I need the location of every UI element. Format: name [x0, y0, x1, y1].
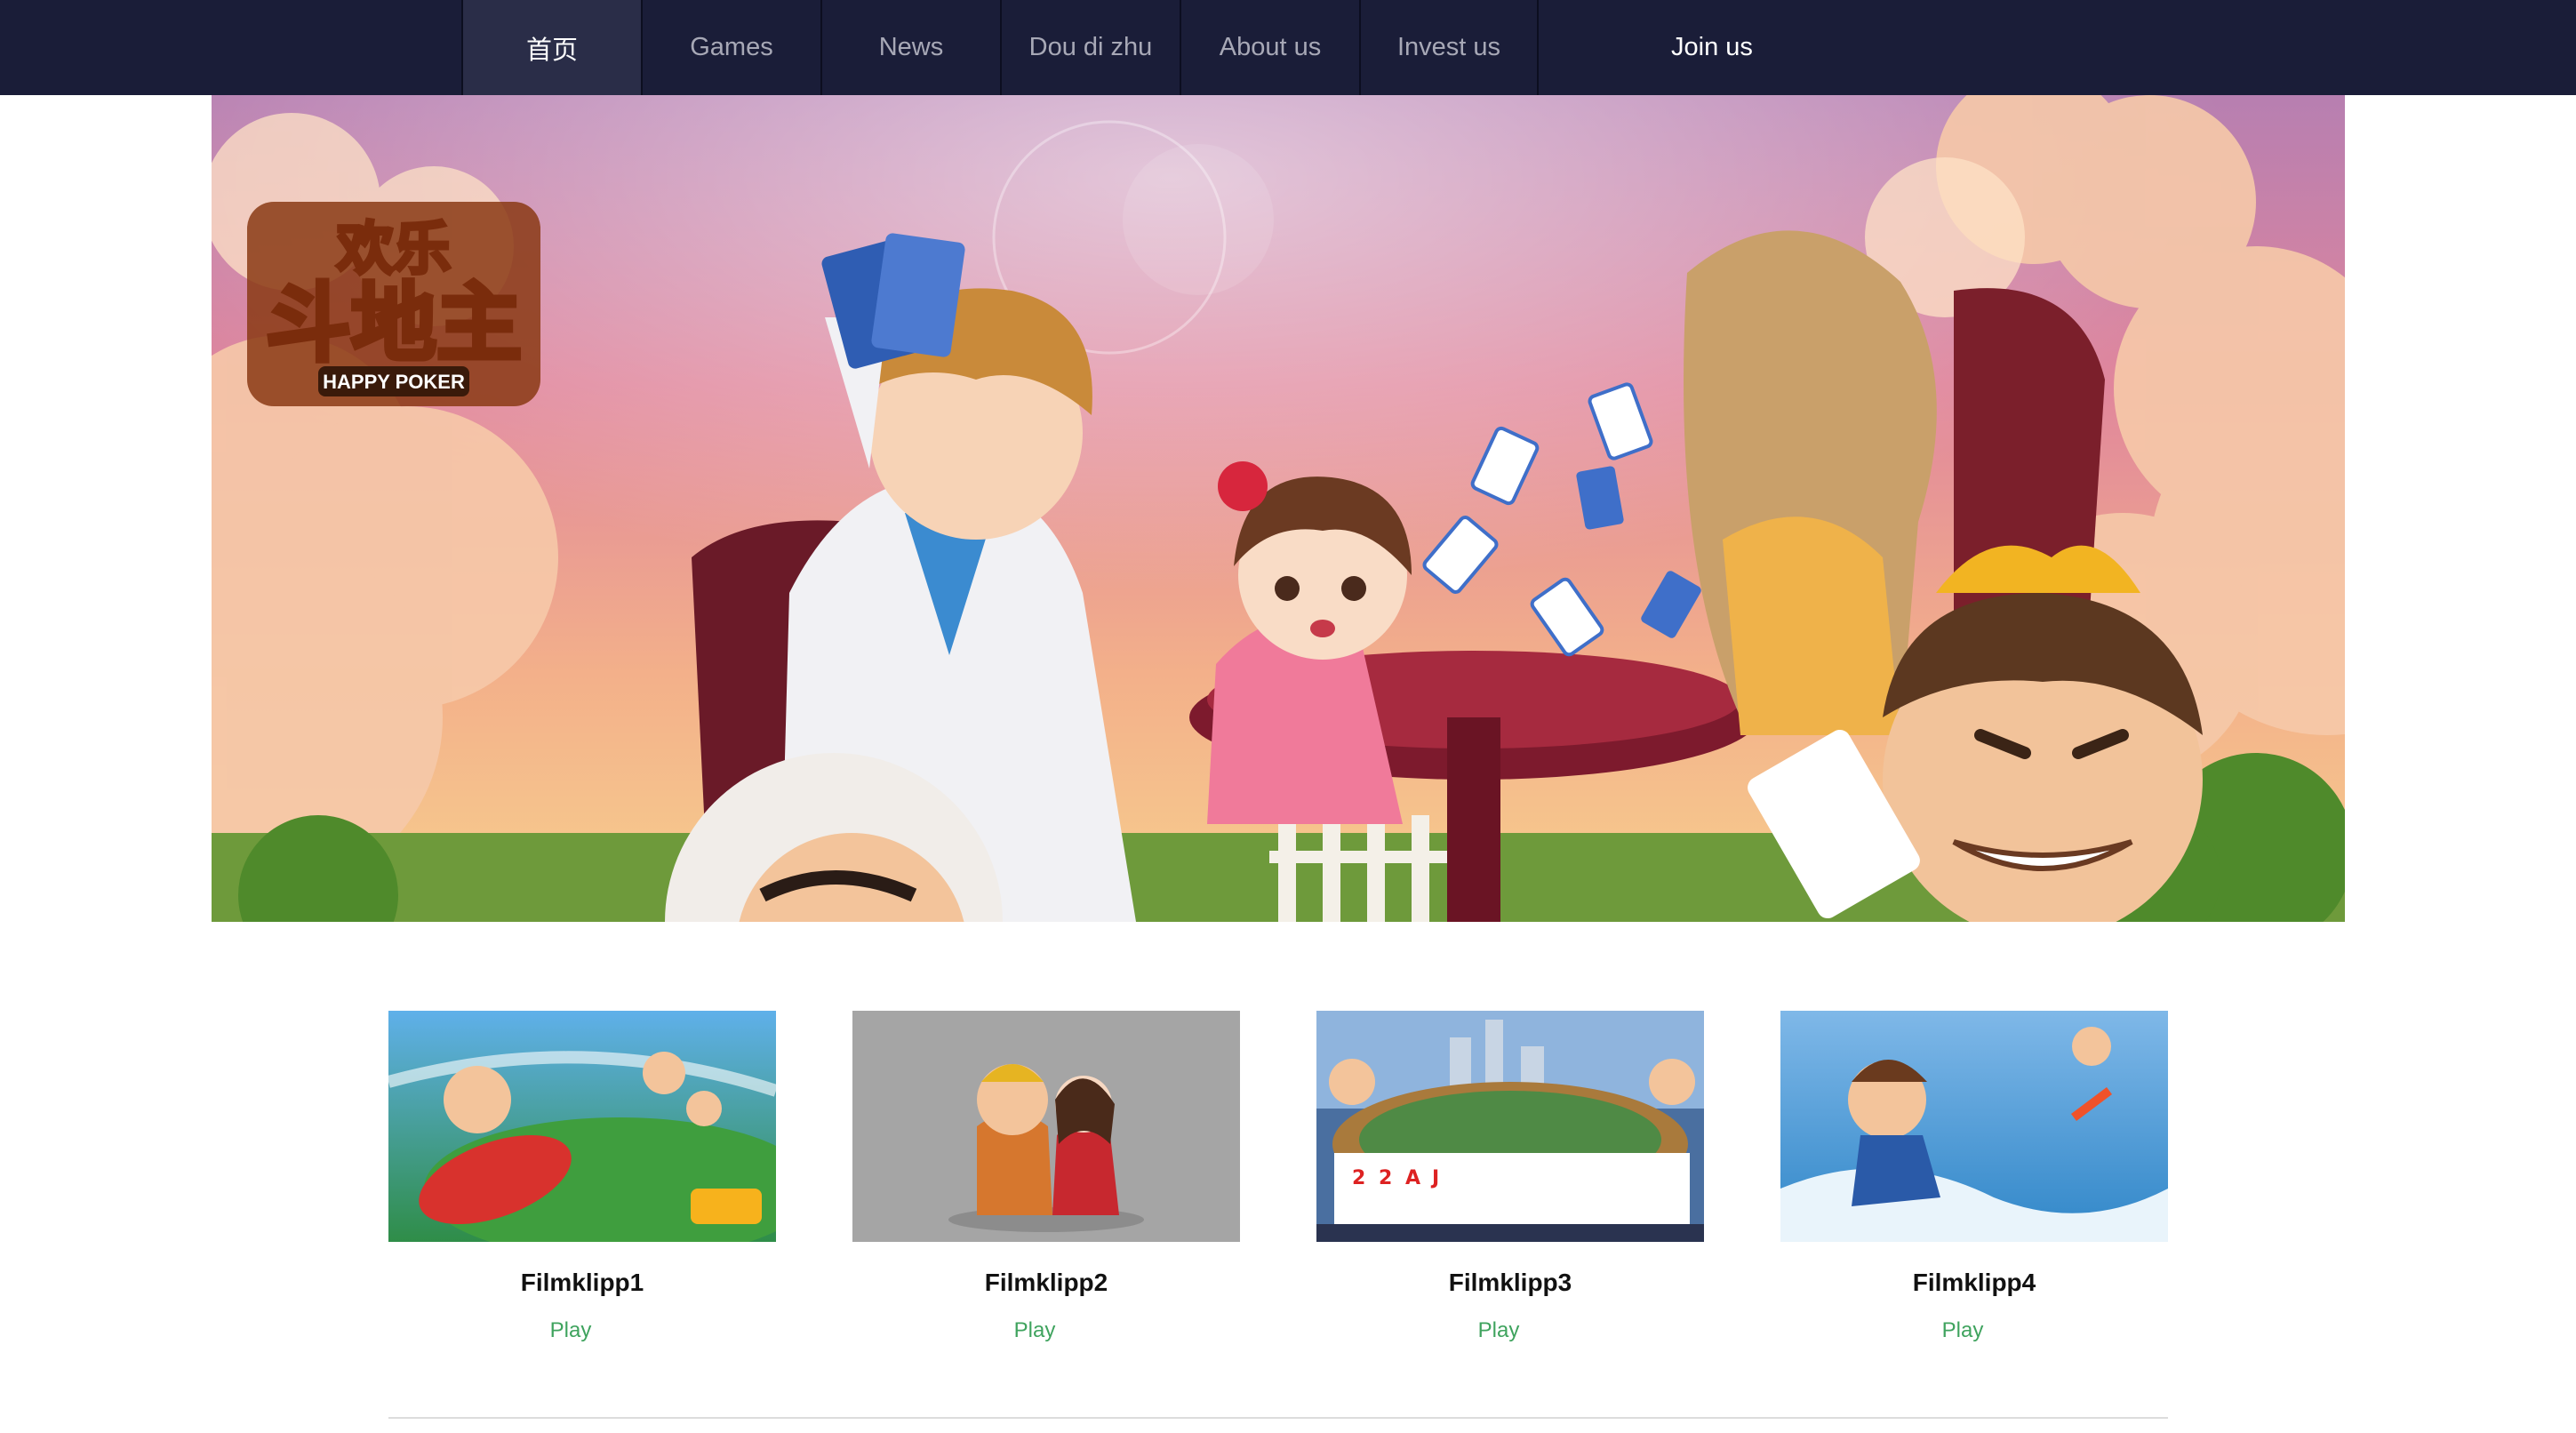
svg-text:欢乐: 欢乐	[336, 217, 451, 283]
hero-banner: 欢乐 斗地主 HAPPY POKER	[212, 95, 2345, 922]
video-card: Filmklipp4 Play	[1780, 1011, 2168, 1342]
nav-item-about-us[interactable]: About us	[1180, 0, 1359, 95]
svg-text:2: 2	[1352, 1167, 1365, 1189]
video-thumbnail[interactable]	[388, 1011, 776, 1242]
play-link[interactable]: Play	[852, 1318, 1217, 1343]
nav-item-invest-us[interactable]: Invest us	[1359, 0, 1539, 95]
nav-item-dou-di-zhu[interactable]: Dou di zhu	[1000, 0, 1180, 95]
video-thumbnail[interactable]	[852, 1011, 1240, 1242]
video-title: Filmklipp4	[1912, 1269, 2036, 1296]
video-title: Filmklipp1	[520, 1269, 644, 1296]
play-link[interactable]: Play	[1316, 1318, 1681, 1343]
video-card: Filmklipp2 Play	[852, 1011, 1240, 1342]
video-title: Filmklipp3	[1448, 1269, 1572, 1296]
nav-item-games[interactable]: Games	[641, 0, 820, 95]
video-thumbnail[interactable]: 22AJ	[1316, 1011, 1704, 1242]
video-title: Filmklipp2	[984, 1269, 1108, 1296]
play-link[interactable]: Play	[388, 1318, 753, 1343]
nav-item-news[interactable]: News	[820, 0, 1000, 95]
svg-text:2: 2	[1379, 1167, 1392, 1189]
hero-illustration: 欢乐 斗地主 HAPPY POKER	[212, 95, 2345, 922]
top-navbar: 首页 Games News Dou di zhu About us Invest…	[0, 0, 2576, 95]
video-thumbnail[interactable]	[1780, 1011, 2168, 1242]
main-nav: 首页 Games News Dou di zhu About us Invest…	[461, 0, 1539, 95]
nav-item-join-us[interactable]: Join us	[1671, 0, 1753, 95]
svg-text:A: A	[1405, 1167, 1420, 1189]
svg-text:HAPPY POKER: HAPPY POKER	[323, 371, 465, 393]
video-card: 22AJ Filmklipp3 Play	[1316, 1011, 1704, 1342]
video-card: Filmklipp1 Play	[388, 1011, 776, 1342]
content-divider	[388, 1417, 2168, 1419]
nav-item-home[interactable]: 首页	[461, 0, 641, 95]
play-link[interactable]: Play	[1780, 1318, 2145, 1343]
svg-text:J: J	[1430, 1167, 1439, 1189]
svg-text:斗地主: 斗地主	[266, 274, 522, 373]
happy-poker-logo: 欢乐 斗地主 HAPPY POKER	[247, 202, 540, 406]
